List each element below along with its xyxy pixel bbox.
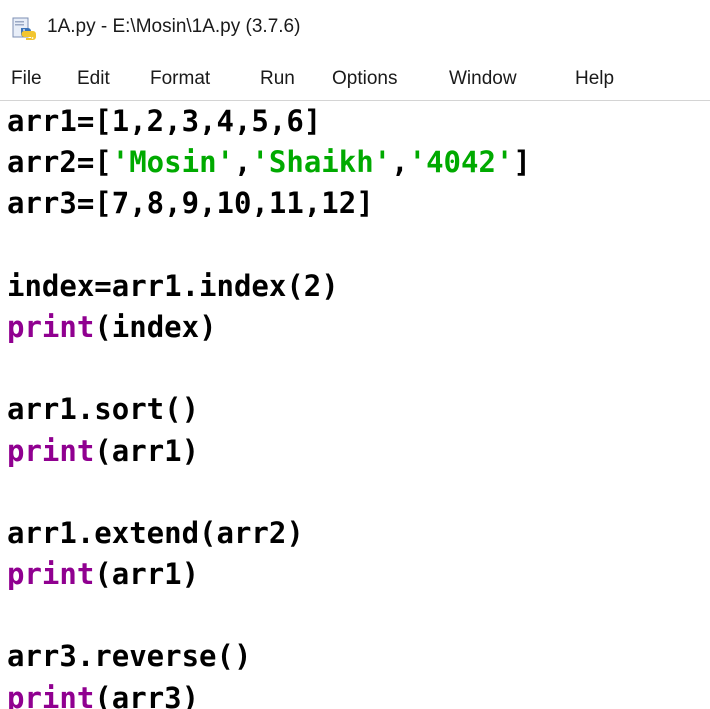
builtin-keyword: print	[7, 309, 95, 344]
builtin-keyword: print	[7, 433, 95, 468]
code-token: arr1.sort()	[7, 392, 200, 427]
builtin-keyword: print	[7, 557, 95, 592]
code-line: print(arr3)	[7, 678, 531, 709]
title-bar[interactable]: 1A.py - E:\Mosin\1A.py (3.7.6)	[0, 0, 710, 58]
code-token: arr1=[1,2,3,4,5,6]	[7, 104, 322, 138]
code-line: print(arr1)	[7, 431, 531, 472]
menu-window[interactable]: Window	[449, 68, 517, 90]
code-token: arr3.reverse()	[7, 639, 252, 674]
string-literal: '4042'	[408, 145, 514, 180]
menu-help[interactable]: Help	[575, 68, 614, 90]
python-file-icon	[11, 17, 37, 41]
code-line: print(arr1)	[7, 554, 531, 595]
menu-file[interactable]: File	[11, 68, 42, 90]
code-token: (arr3)	[94, 680, 200, 709]
code-line: arr3=[7,8,9,10,11,12]	[7, 183, 531, 224]
string-literal: 'Shaikh'	[251, 145, 392, 180]
code-line: index=arr1.index(2)	[7, 266, 531, 307]
menu-run[interactable]: Run	[260, 68, 295, 90]
code-token: index=arr1.index(2)	[7, 268, 339, 303]
code-token: (arr1)	[94, 433, 200, 468]
menu-bar: File Edit Format Run Options Window Help	[0, 58, 710, 100]
builtin-keyword: print	[7, 680, 95, 709]
code-token: (arr1)	[94, 557, 200, 592]
code-token: (index)	[94, 309, 217, 344]
code-token: ]	[513, 145, 531, 180]
menu-options[interactable]: Options	[332, 68, 397, 90]
code-token: arr3=[7,8,9,10,11,12]	[7, 186, 374, 221]
code-line: arr1.sort()	[7, 389, 531, 430]
code-token: ,	[233, 145, 252, 180]
code-line: arr3.reverse()	[7, 636, 531, 677]
code-editor[interactable]: arr1=[1,2,3,4,5,6] arr2=['Mosin','Shaikh'…	[0, 101, 710, 709]
window-title: 1A.py - E:\Mosin\1A.py (3.7.6)	[47, 16, 301, 37]
code-token: ,	[391, 145, 409, 180]
idle-editor-window: 1A.py - E:\Mosin\1A.py (3.7.6) File Edit…	[0, 0, 710, 709]
string-literal: 'Mosin'	[111, 145, 234, 180]
code-line: print(index)	[7, 307, 531, 348]
menu-format[interactable]: Format	[150, 68, 210, 90]
code-token: arr2=[	[7, 145, 112, 180]
code-line: arr1.extend(arr2)	[7, 513, 531, 554]
code-token: arr1.extend(arr2)	[7, 515, 304, 550]
menu-edit[interactable]: Edit	[77, 68, 110, 90]
code-text-area[interactable]: arr1=[1,2,3,4,5,6] arr2=['Mosin','Shaikh'…	[7, 101, 531, 709]
code-line: arr2=['Mosin','Shaikh','4042']	[7, 142, 531, 183]
code-line: arr1=[1,2,3,4,5,6]	[7, 101, 531, 142]
